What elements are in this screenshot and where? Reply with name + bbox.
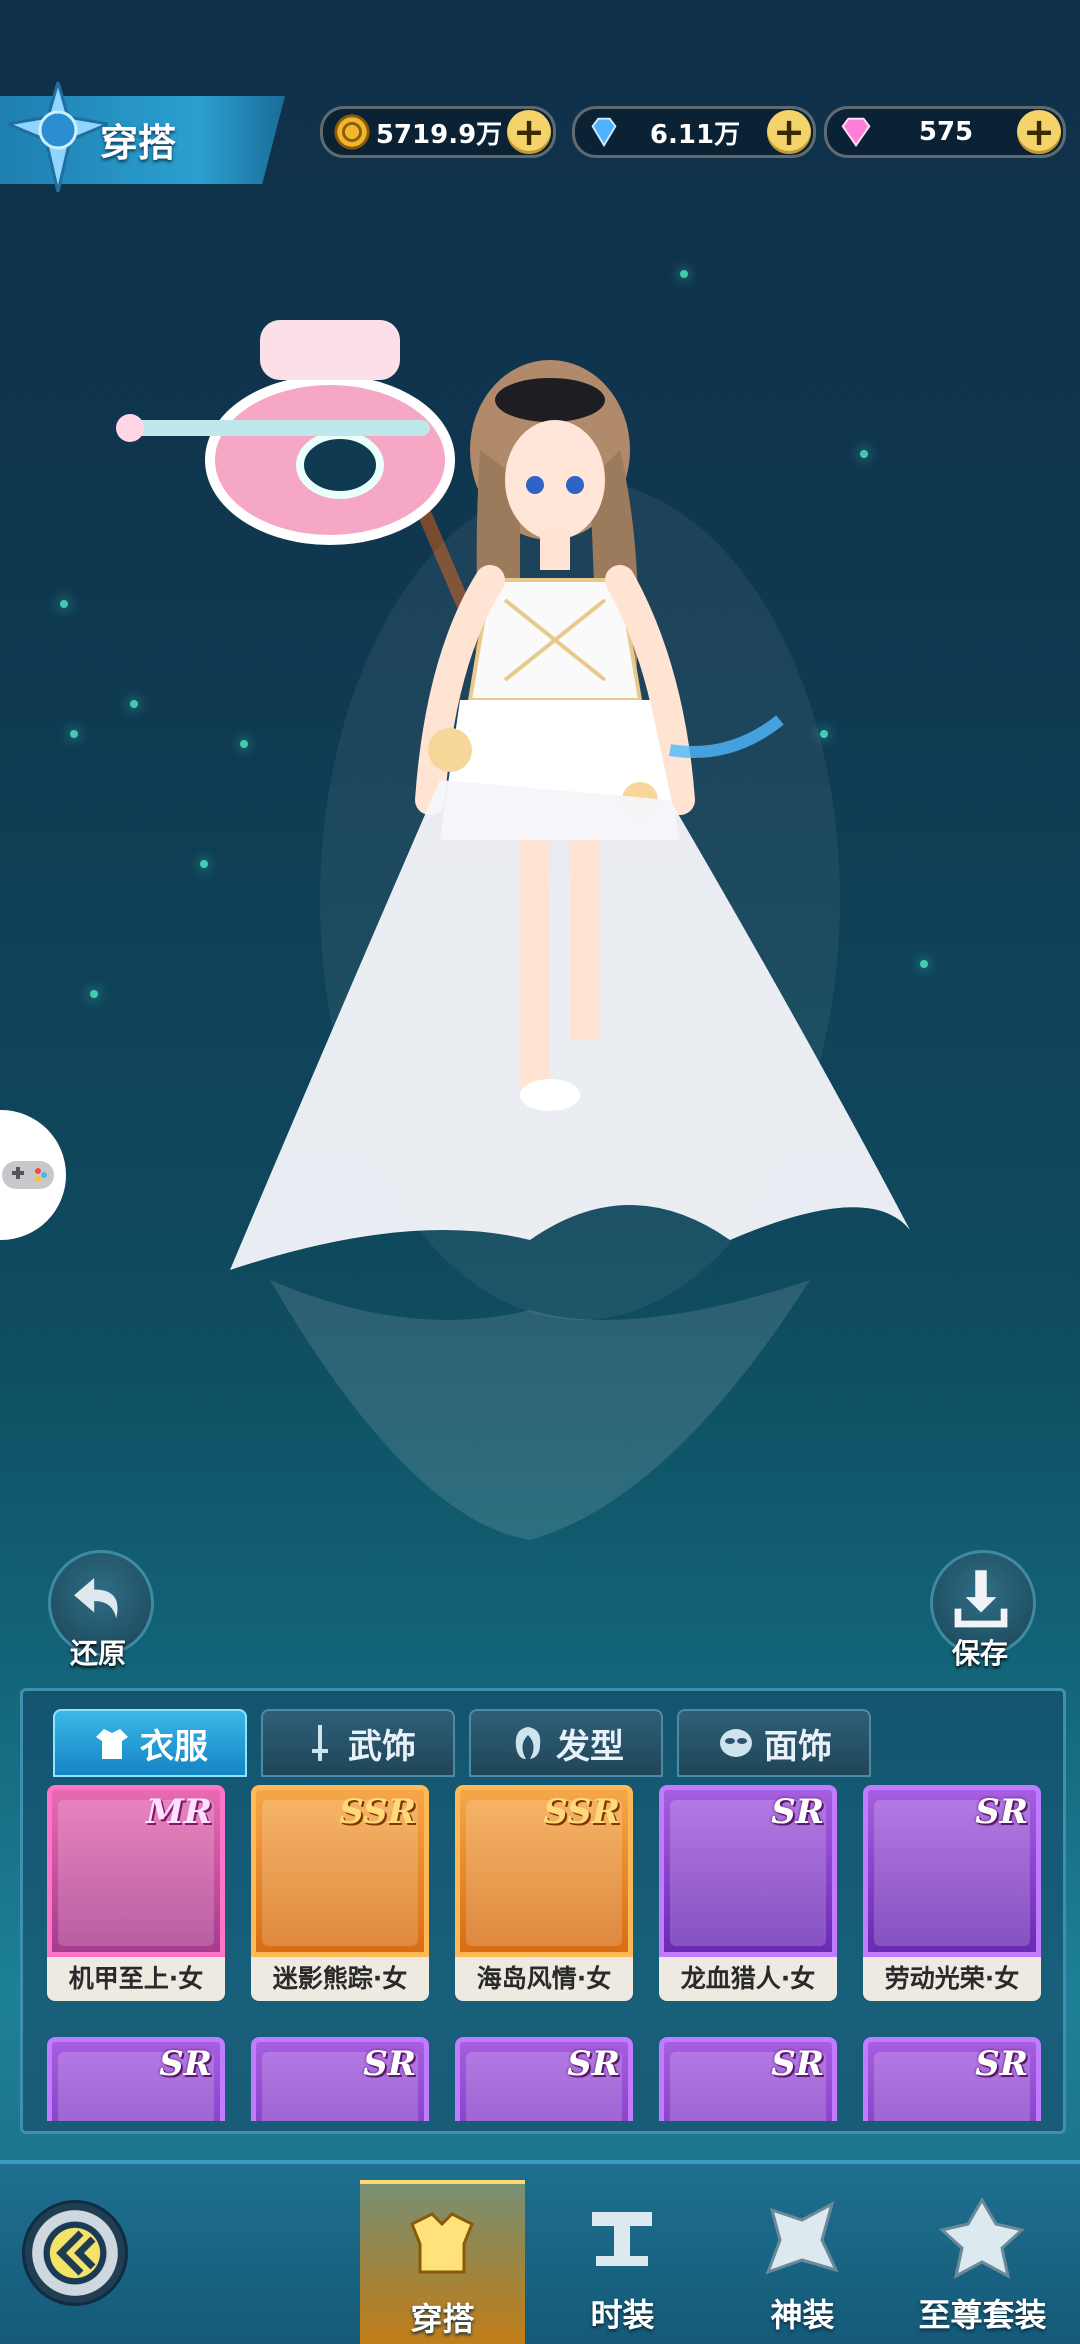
rarity-badge: SR <box>975 2044 1028 2084</box>
item-grid: MR 机甲至上·女 SSR 迷影熊踪·女 SSR 海岛风情·女 SR 龙血猎人·… <box>37 1775 1047 2121</box>
tab-label: 衣服 <box>140 1726 208 1767</box>
rarity-badge: SSR <box>543 1792 620 1832</box>
gamepad-icon <box>2 1161 54 1189</box>
hanger-icon <box>592 2212 652 2266</box>
item-image: SR <box>659 2037 837 2121</box>
item-image: SR <box>47 2037 225 2121</box>
item-card[interactable]: MR 机甲至上·女 <box>47 1785 225 2001</box>
clothes-icon <box>96 1729 128 1759</box>
item-card[interactable]: SR <box>455 2037 633 2121</box>
tab-clothes[interactable]: 衣服 <box>53 1709 247 1777</box>
nav-label: 至尊套装 <box>918 2296 1047 2334</box>
tab-weapon-accessory[interactable]: 武饰 <box>261 1709 455 1777</box>
item-card[interactable]: SR 龙血猎人·女 <box>659 1785 837 2001</box>
divine-gear-icon <box>765 2201 839 2275</box>
tab-face-accessory[interactable]: 面饰 <box>677 1709 871 1777</box>
currency-pink-diamond: 575 + <box>824 106 1066 158</box>
add-blue-diamond-button[interactable]: + <box>767 110 811 154</box>
nav-divine-gear[interactable]: 神装 <box>720 2180 885 2340</box>
sparkle <box>70 730 78 738</box>
item-image: SR <box>863 2037 1041 2121</box>
item-name: 机甲至上·女 <box>47 1957 225 2001</box>
item-image: MR <box>47 1785 225 1957</box>
item-name: 迷影熊踪·女 <box>251 1957 429 2001</box>
rarity-badge: SR <box>567 2044 620 2084</box>
wardrobe-emblem-icon <box>8 82 108 192</box>
restore-label: 还原 <box>69 1637 126 1670</box>
sword-icon <box>312 1725 328 1761</box>
currency-gold: 5719.9万 + <box>320 106 556 158</box>
rarity-badge: SR <box>363 2044 416 2084</box>
outfit-icon <box>410 2212 474 2274</box>
rarity-badge: MR <box>146 1792 212 1832</box>
currency-blue-diamond: 6.11万 + <box>572 106 816 158</box>
item-image: SR <box>455 2037 633 2121</box>
item-image: SSR <box>251 1785 429 1957</box>
character-preview[interactable] <box>110 280 930 1540</box>
sparkle <box>680 270 688 278</box>
nav-outfit[interactable]: 穿搭 <box>360 2180 525 2344</box>
sparkle <box>90 990 98 998</box>
item-card[interactable]: SSR 迷影熊踪·女 <box>251 1785 429 2001</box>
tab-hairstyle[interactable]: 发型 <box>469 1709 663 1777</box>
back-arrow-icon <box>56 2230 96 2276</box>
item-card[interactable]: SR <box>47 2037 225 2121</box>
pink-diamond-icon <box>841 117 871 147</box>
item-image: SR <box>659 1785 837 1957</box>
wardrobe-panel: 衣服 武饰 发型 面饰 MR 机甲至上·女 SSR 迷影熊踪·女 SSR 海岛风… <box>20 1688 1066 2134</box>
item-name: 海岛风情·女 <box>455 1957 633 2001</box>
item-card[interactable]: SR <box>863 2037 1041 2121</box>
pink-diamond-value: 575 <box>918 117 974 147</box>
nav-label: 神装 <box>770 2296 835 2334</box>
add-pink-diamond-button[interactable]: + <box>1017 110 1061 154</box>
hair-icon <box>515 1727 541 1759</box>
mask-icon <box>720 1729 752 1757</box>
tab-label: 面饰 <box>764 1726 832 1767</box>
tab-label: 武饰 <box>348 1726 416 1767</box>
rarity-badge: SR <box>771 2044 824 2084</box>
item-name: 龙血猎人·女 <box>659 1957 837 2001</box>
rarity-badge: SR <box>771 1792 824 1832</box>
rarity-badge: SSR <box>339 1792 416 1832</box>
item-image: SR <box>863 1785 1041 1957</box>
rarity-badge: SR <box>975 1792 1028 1832</box>
item-card[interactable]: SSR 海岛风情·女 <box>455 1785 633 2001</box>
nav-label: 穿搭 <box>410 2300 475 2338</box>
tab-label: 发型 <box>556 1726 624 1767</box>
item-card[interactable]: SR <box>251 2037 429 2121</box>
nav-supreme-set[interactable]: 至尊套装 <box>900 2180 1065 2340</box>
add-gold-button[interactable]: + <box>507 110 551 154</box>
nav-label: 时装 <box>590 2296 655 2334</box>
nav-fashion[interactable]: 时装 <box>540 2180 705 2340</box>
floating-gamepad-button[interactable] <box>0 1110 66 1240</box>
gold-coin-icon <box>334 114 370 150</box>
item-card[interactable]: SR 劳动光荣·女 <box>863 1785 1041 2001</box>
blue-diamond-icon <box>591 117 617 148</box>
item-image: SR <box>251 2037 429 2121</box>
gold-value: 5719.9万 <box>375 119 503 150</box>
page-title: 穿搭 <box>100 121 177 165</box>
rarity-badge: SR <box>159 2044 212 2084</box>
sparkle <box>60 600 68 608</box>
blue-diamond-value: 6.11万 <box>649 119 741 150</box>
item-image: SSR <box>455 1785 633 1957</box>
supreme-set-icon <box>938 2197 1026 2279</box>
save-label: 保存 <box>951 1637 1008 1670</box>
item-name: 劳动光荣·女 <box>863 1957 1041 2001</box>
back-button[interactable] <box>22 2200 128 2306</box>
item-card[interactable]: SR <box>659 2037 837 2121</box>
